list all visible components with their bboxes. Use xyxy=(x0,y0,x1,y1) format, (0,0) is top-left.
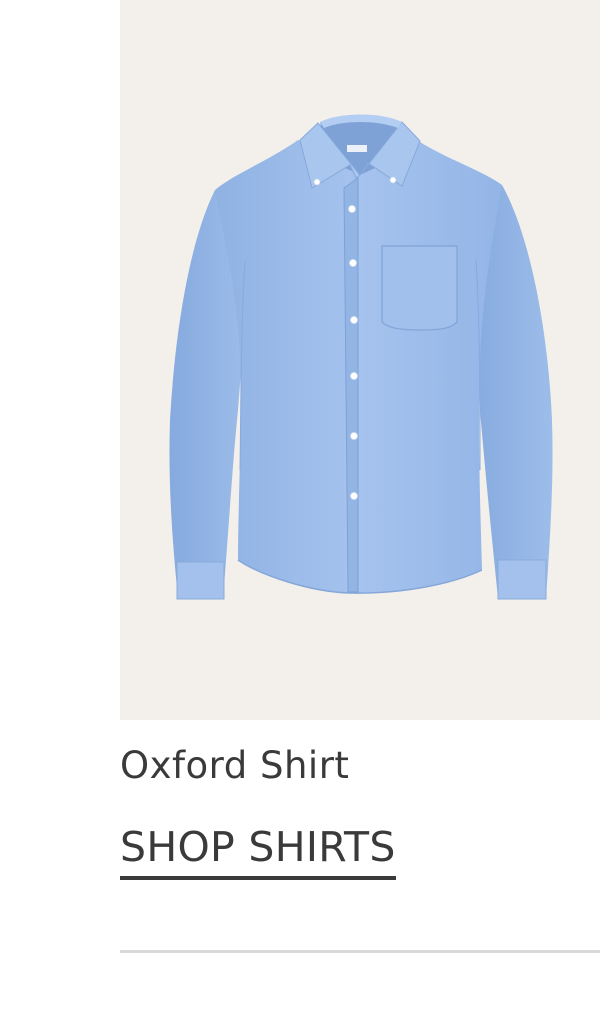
product-image-panel[interactable] xyxy=(120,0,600,720)
divider xyxy=(120,950,600,953)
shirt-right-cuff xyxy=(497,559,547,600)
shirt-left-cuff xyxy=(176,561,225,600)
shop-shirts-link[interactable]: SHOP SHIRTS xyxy=(120,820,396,880)
shirt-neck-label xyxy=(347,145,367,152)
product-name: Oxford Shirt xyxy=(120,744,350,787)
shirt-pocket xyxy=(381,245,458,331)
product-image[interactable] xyxy=(120,0,600,720)
product-card: Oxford Shirt SHOP SHIRTS xyxy=(0,0,600,1014)
